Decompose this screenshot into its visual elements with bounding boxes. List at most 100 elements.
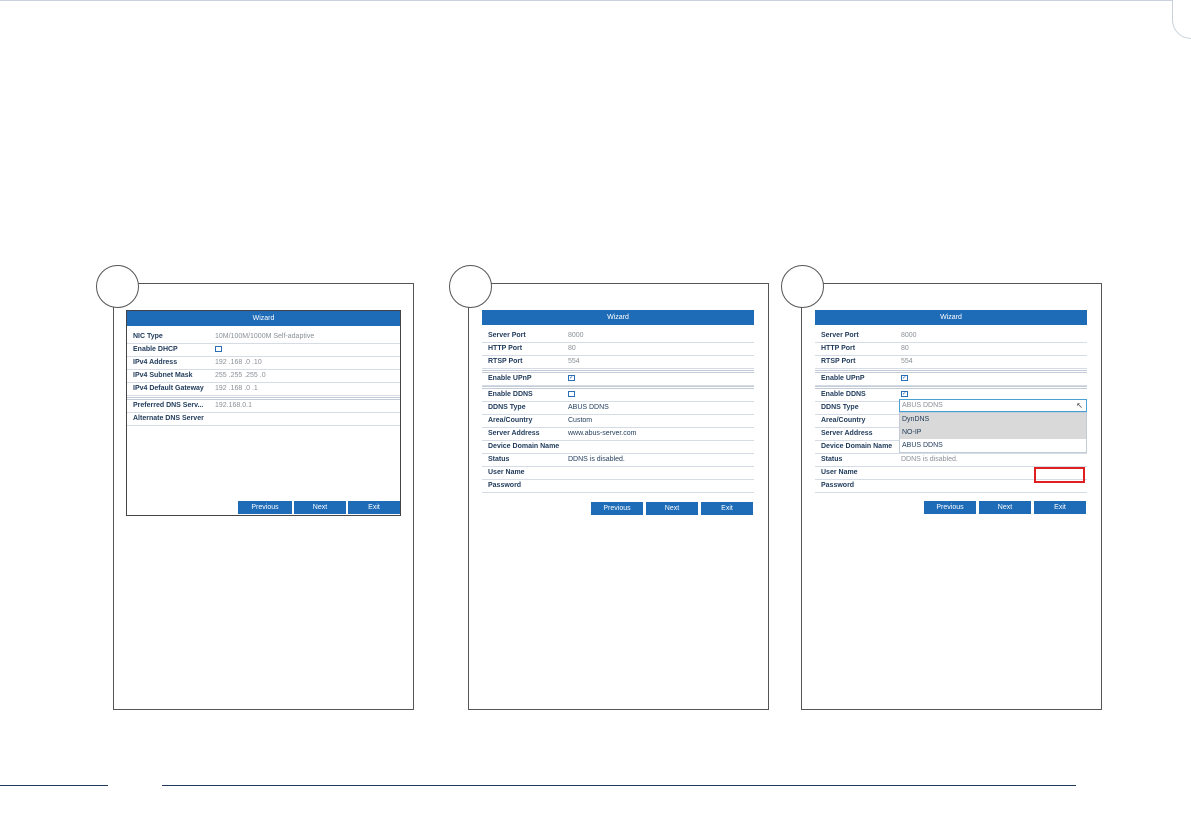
ddns-option-abus[interactable]: ABUS DDNS — [900, 439, 1086, 452]
row-label: Status — [821, 456, 843, 463]
row-user-name: User Name — [482, 467, 754, 480]
enable-dhcp-checkbox[interactable] — [215, 346, 222, 352]
http-port-field[interactable]: 80 — [901, 345, 909, 352]
page-corner-mark — [1172, 0, 1191, 39]
ddns-option-noip[interactable]: NO-IP — [900, 426, 1086, 439]
row-label: IPv4 Subnet Mask — [133, 372, 193, 379]
row-enable-dhcp: Enable DHCP — [127, 344, 400, 357]
row-label: Enable DDNS — [488, 391, 533, 398]
mouse-pointer-icon: ↖ — [1076, 401, 1083, 410]
row-label: IPv4 Address — [133, 359, 178, 366]
wizard-window-3: Wizard Server Port 8000 HTTP Port 80 RTS… — [815, 310, 1087, 516]
row-server-port: Server Port 8000 — [482, 330, 754, 343]
row-ddns-type: DDNS Type ABUS DDNS — [482, 402, 754, 415]
ipv4-gateway-field[interactable]: 192 .168 .0 .1 — [215, 385, 258, 392]
row-label: NIC Type — [133, 333, 163, 340]
row-enable-ddns: Enable DDNS — [482, 389, 754, 402]
enable-ddns-checkbox[interactable]: ✓ — [901, 391, 908, 397]
ddns-type-value[interactable]: ABUS DDNS — [568, 404, 609, 411]
row-rtsp-port: RTSP Port 554 — [815, 356, 1087, 369]
exit-button[interactable]: Exit — [348, 501, 400, 514]
ipv4-subnet-field[interactable]: 255 .255 .255 .0 — [215, 372, 266, 379]
ddns-type-options: DynDNS NO-IP ABUS DDNS — [899, 412, 1087, 453]
row-preferred-dns: Preferred DNS Serv... 192.168.0.1 — [127, 400, 400, 413]
row-label: Device Domain Name — [821, 443, 893, 450]
enable-upnp-checkbox[interactable]: ✓ — [901, 375, 908, 381]
previous-button[interactable]: Previous — [924, 501, 976, 514]
ipv4-address-field[interactable]: 192 .168 .0 .10 — [215, 359, 262, 366]
row-label: Enable DHCP — [133, 346, 178, 353]
row-label: Enable DDNS — [821, 391, 866, 398]
row-ipv4-subnet: IPv4 Subnet Mask 255 .255 .255 .0 — [127, 370, 400, 383]
row-rtsp-port: RTSP Port 554 — [482, 356, 754, 369]
wizard-window-2: Wizard Server Port 8000 HTTP Port 80 RTS… — [482, 310, 754, 516]
footer-rule-left — [0, 785, 108, 786]
row-area-country: Area/Country Custom — [482, 415, 754, 428]
server-port-field[interactable]: 8000 — [901, 332, 917, 339]
next-button[interactable]: Next — [294, 501, 346, 514]
wizard-title: Wizard — [815, 310, 1087, 325]
row-label: HTTP Port — [488, 345, 523, 352]
row-status: Status DDNS is disabled. — [482, 454, 754, 467]
status-value: DDNS is disabled. — [901, 456, 958, 463]
previous-button[interactable]: Previous — [591, 502, 643, 515]
row-label: RTSP Port — [821, 358, 856, 365]
next-button[interactable]: Next — [646, 502, 698, 515]
user-name-highlight — [1034, 467, 1085, 483]
exit-button[interactable]: Exit — [1034, 501, 1086, 514]
row-http-port: HTTP Port 80 — [815, 343, 1087, 356]
exit-button[interactable]: Exit — [701, 502, 753, 515]
wizard-window-1: Wizard NIC Type 10M/100M/1000M Self-adap… — [126, 310, 401, 516]
top-rule — [0, 0, 1172, 1]
row-label: DDNS Type — [821, 404, 859, 411]
ddns-option-dyndns[interactable]: DynDNS — [900, 413, 1086, 426]
enable-upnp-checkbox[interactable]: ✓ — [568, 375, 575, 381]
row-label: Enable UPnP — [488, 375, 532, 382]
row-label: RTSP Port — [488, 358, 523, 365]
area-country-value[interactable]: Custom — [568, 417, 592, 424]
row-label: User Name — [488, 469, 525, 476]
row-alternate-dns: Alternate DNS Server — [127, 413, 400, 426]
step-badge-1 — [96, 265, 139, 308]
row-device-domain: Device Domain Name — [482, 441, 754, 454]
row-enable-upnp: Enable UPnP ✓ — [815, 373, 1087, 386]
row-label: Server Address — [488, 430, 540, 437]
row-label: Preferred DNS Serv... — [133, 402, 204, 409]
row-label: HTTP Port — [821, 345, 856, 352]
row-label: Alternate DNS Server — [133, 415, 204, 422]
row-label: Enable UPnP — [821, 375, 865, 382]
row-label: Area/Country — [488, 417, 533, 424]
ddns-type-selected: ABUS DDNS — [902, 402, 943, 409]
enable-ddns-checkbox[interactable] — [568, 391, 575, 397]
row-label: User Name — [821, 469, 858, 476]
row-label: Server Port — [488, 332, 526, 339]
row-http-port: HTTP Port 80 — [482, 343, 754, 356]
rtsp-port-field[interactable]: 554 — [901, 358, 913, 365]
step-badge-3 — [781, 265, 824, 308]
server-address-value[interactable]: www.abus-server.com — [568, 430, 636, 437]
next-button[interactable]: Next — [979, 501, 1031, 514]
row-status: Status DDNS is disabled. — [815, 454, 1087, 467]
http-port-field[interactable]: 80 — [568, 345, 576, 352]
row-label: Device Domain Name — [488, 443, 560, 450]
step-badge-2 — [449, 265, 492, 308]
row-label: Password — [821, 482, 855, 489]
nic-type-value: 10M/100M/1000M Self-adaptive — [215, 333, 315, 340]
server-port-field[interactable]: 8000 — [568, 332, 584, 339]
row-label: Area/Country — [821, 417, 866, 424]
row-ipv4-gateway: IPv4 Default Gateway 192 .168 .0 .1 — [127, 383, 400, 396]
row-label: Server Port — [821, 332, 859, 339]
rtsp-port-field[interactable]: 554 — [568, 358, 580, 365]
row-server-address: Server Address www.abus-server.com — [482, 428, 754, 441]
row-enable-upnp: Enable UPnP ✓ — [482, 373, 754, 386]
row-label: Server Address — [821, 430, 873, 437]
ddns-type-dropdown[interactable]: ABUS DDNS ↖ — [899, 399, 1087, 412]
row-ipv4-address: IPv4 Address 192 .168 .0 .10 — [127, 357, 400, 370]
preferred-dns-field[interactable]: 192.168.0.1 — [215, 402, 252, 409]
row-nic-type: NIC Type 10M/100M/1000M Self-adaptive — [127, 331, 400, 344]
row-server-port: Server Port 8000 — [815, 330, 1087, 343]
status-value: DDNS is disabled. — [568, 456, 625, 463]
previous-button[interactable]: Previous — [238, 501, 292, 514]
row-label: DDNS Type — [488, 404, 526, 411]
footer-rule-right — [162, 785, 1076, 786]
